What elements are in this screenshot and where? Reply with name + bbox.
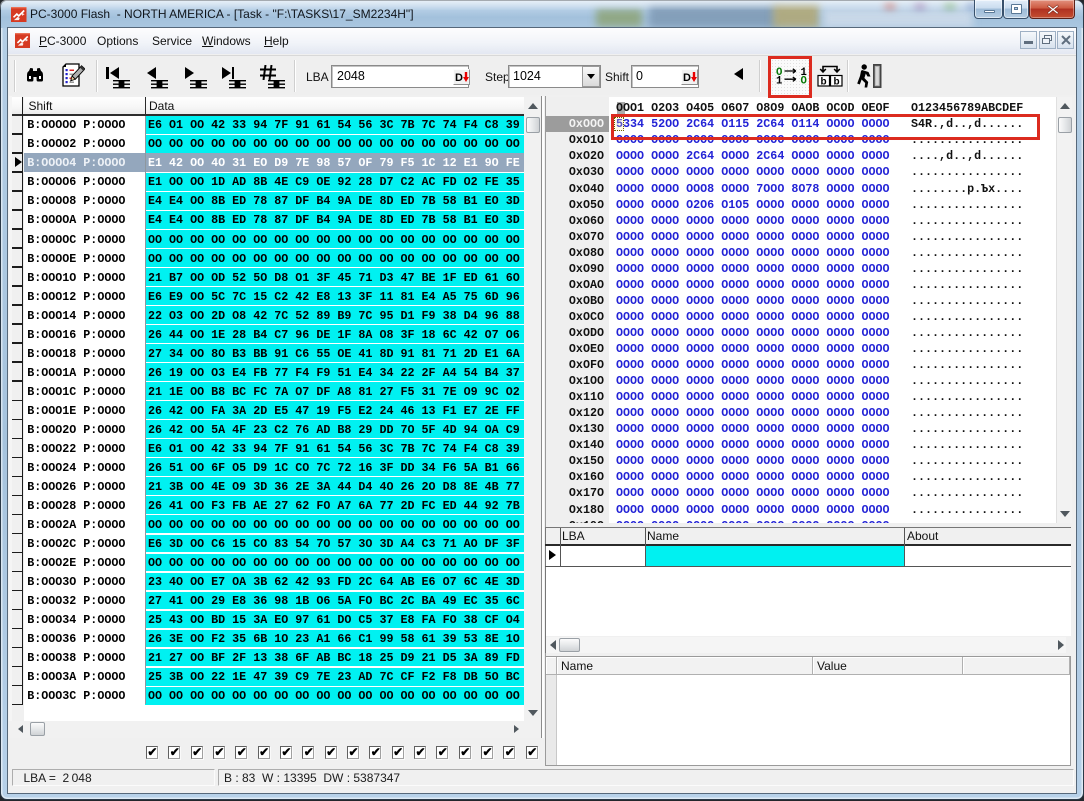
svg-text:1: 1 [776, 76, 782, 88]
svg-text:O: O [800, 76, 806, 88]
